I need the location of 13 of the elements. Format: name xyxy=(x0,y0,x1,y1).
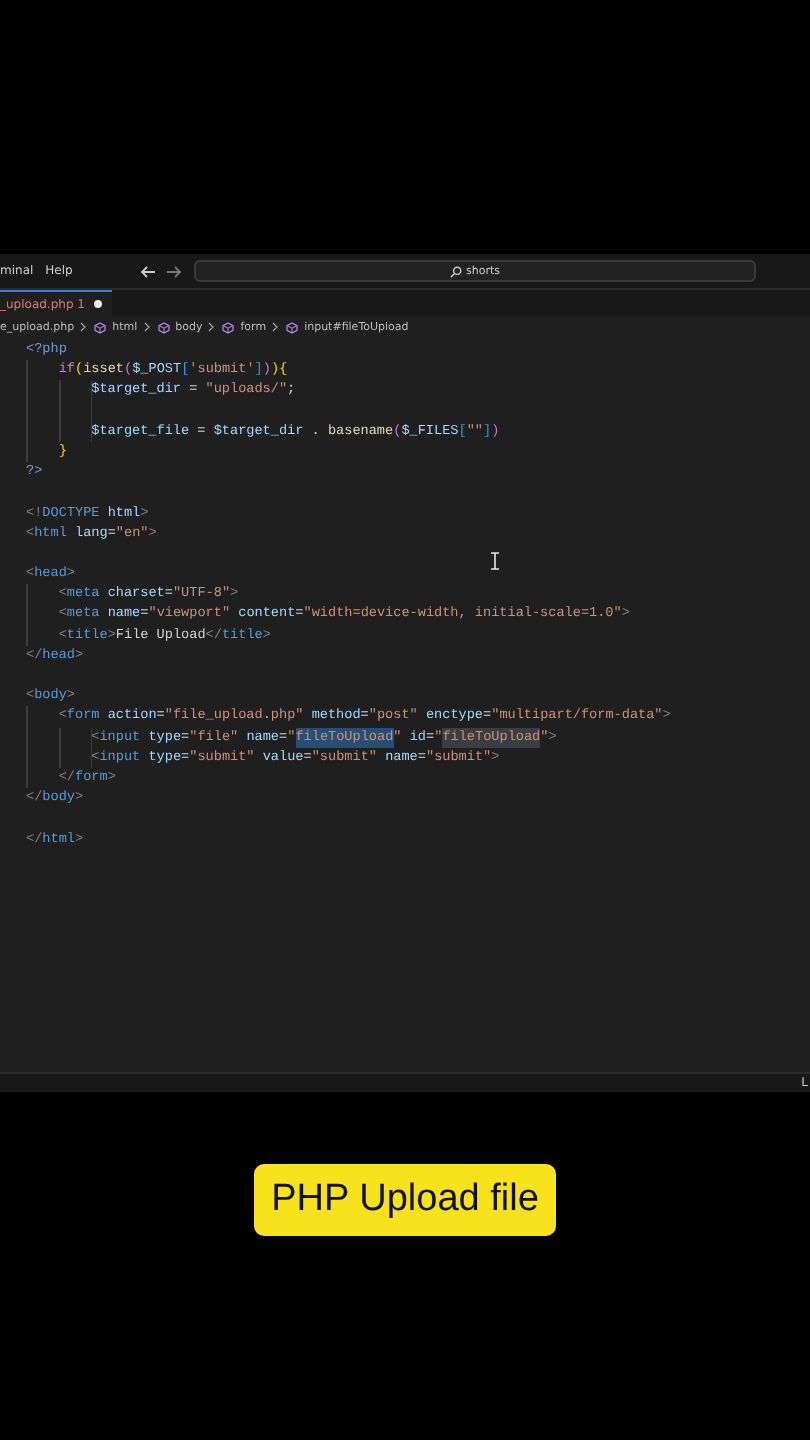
back-icon[interactable] xyxy=(140,265,156,277)
chevron-icon xyxy=(272,322,279,332)
search-icon xyxy=(450,265,462,277)
chevron-icon xyxy=(80,322,87,332)
cube-icon xyxy=(222,321,235,333)
cube-icon xyxy=(157,321,170,333)
forward-icon[interactable] xyxy=(166,265,182,277)
cube-icon xyxy=(286,321,299,333)
caption-label: PHP Upload file xyxy=(253,1164,557,1236)
text-cursor-icon xyxy=(490,552,500,570)
cube-icon xyxy=(94,321,107,333)
chevron-icon xyxy=(208,322,215,332)
chevron-icon xyxy=(143,322,150,332)
